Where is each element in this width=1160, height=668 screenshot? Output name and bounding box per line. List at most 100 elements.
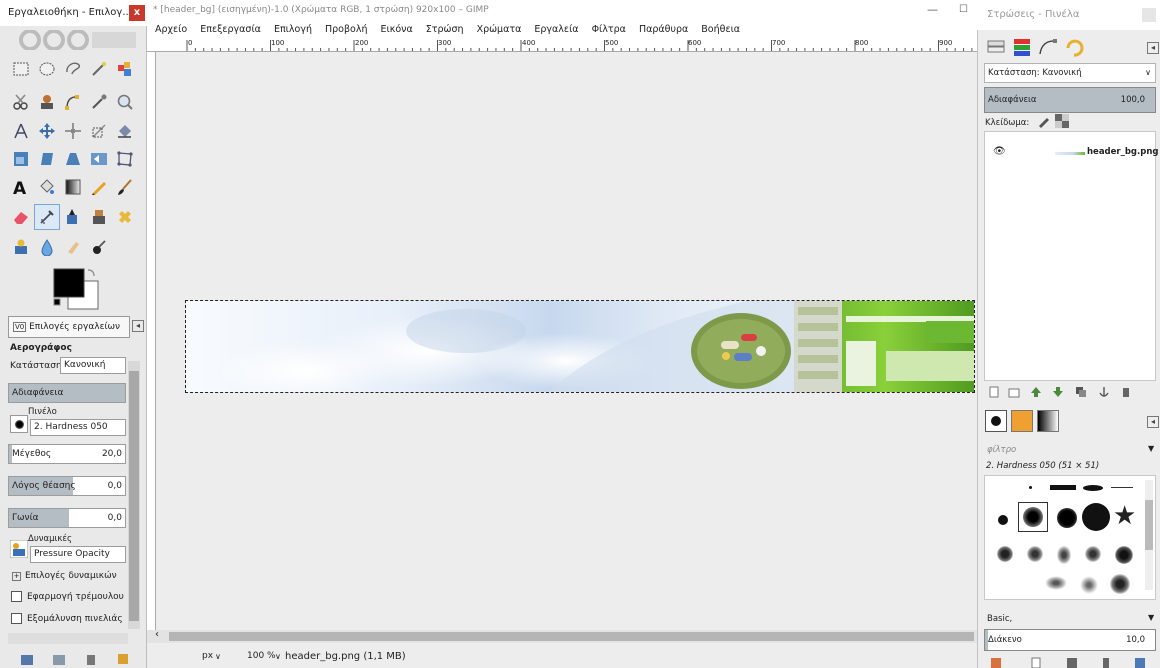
new-brush-icon[interactable] [1030, 657, 1042, 668]
scissors-icon[interactable] [12, 93, 30, 111]
align-icon[interactable] [64, 122, 82, 140]
brush-item[interactable] [1082, 503, 1110, 531]
measure-icon[interactable] [12, 122, 30, 140]
edit-brush-icon[interactable] [990, 657, 1002, 668]
brush-item[interactable] [997, 546, 1013, 562]
size-slider[interactable]: Μέγεθος 20,0 [8, 444, 126, 464]
dodge-burn-icon[interactable] [90, 238, 108, 256]
layer-name[interactable]: header_bg.png [1087, 147, 1158, 157]
brush-item[interactable] [1027, 546, 1043, 562]
dock-close-icon[interactable] [1142, 8, 1156, 22]
fuzzy-select-icon[interactable] [90, 60, 108, 78]
new-layer-icon[interactable] [988, 386, 1000, 398]
zoom-icon[interactable] [116, 93, 134, 111]
unit-dropdown-icon[interactable]: ∨ [215, 645, 221, 668]
delete-layer-icon[interactable] [1120, 386, 1132, 398]
rect-select-icon[interactable] [12, 60, 30, 78]
layer-mode-select[interactable]: Κατάσταση: Κανονική ∨ [984, 63, 1156, 83]
menu-select[interactable]: Επιλογή [274, 24, 312, 35]
brush-filter-input[interactable]: φίλτρο [987, 445, 1016, 455]
zoom-select[interactable]: 100 % [247, 645, 276, 668]
brush-grid-scrollbar[interactable] [1145, 480, 1153, 590]
paintbrush-icon[interactable] [116, 178, 134, 196]
unit-select[interactable]: px [202, 645, 213, 668]
refresh-brushes-icon[interactable] [1134, 657, 1146, 668]
lock-alpha-icon[interactable] [1055, 114, 1069, 128]
dynamics-icon[interactable] [10, 540, 28, 558]
ink-icon[interactable] [64, 208, 82, 226]
blend-icon[interactable] [64, 178, 82, 196]
paths-icon[interactable] [64, 93, 82, 111]
text-icon[interactable]: A [12, 178, 30, 196]
menu-colors[interactable]: Χρώματα [477, 24, 522, 35]
brush-item[interactable] [1050, 485, 1076, 490]
menu-help[interactable]: Βοήθεια [701, 24, 740, 35]
eraser-icon[interactable] [12, 208, 30, 226]
restore-options-icon[interactable] [52, 652, 66, 666]
scroll-left-icon[interactable]: ‹ [155, 629, 159, 640]
bucket-fill-icon[interactable] [38, 178, 56, 196]
zoom-dropdown-icon[interactable]: ∨ [275, 645, 281, 668]
select-by-color-icon[interactable] [116, 60, 134, 78]
airbrush-tool-active[interactable] [34, 204, 60, 230]
shear-icon[interactable] [38, 150, 56, 168]
opacity-slider[interactable]: Αδιαφάνεια [8, 383, 126, 403]
delete-options-icon[interactable] [84, 652, 98, 666]
brush-field[interactable]: 2. Hardness 050 [30, 419, 126, 436]
vertical-ruler[interactable] [147, 52, 156, 630]
canvas-horizontal-scrollbar[interactable]: ‹ [147, 629, 977, 643]
brush-grid[interactable]: ★ [984, 475, 1156, 600]
lower-layer-icon[interactable] [1052, 386, 1064, 398]
heal-icon[interactable] [116, 208, 134, 226]
brushes-tab-menu-icon[interactable]: ◂ [1147, 416, 1159, 428]
foreground-select-icon[interactable] [38, 93, 56, 111]
menu-filters[interactable]: Φίλτρα [592, 24, 626, 35]
tool-options-hscrollbar[interactable] [8, 633, 128, 644]
delete-brush-icon[interactable] [1100, 657, 1112, 668]
tab-patterns-icon[interactable] [1011, 410, 1033, 432]
brush-item[interactable] [1110, 574, 1130, 594]
dock-tab-menu-icon[interactable]: ◂ [1147, 42, 1159, 54]
brush-spacing-slider[interactable]: Διάκενο 10,0 [984, 629, 1156, 651]
brush-preview-button[interactable] [10, 415, 28, 433]
mode-select[interactable]: Κανονική [60, 357, 126, 374]
brush-item[interactable] [1029, 486, 1032, 489]
brush-item-selected[interactable] [1018, 502, 1048, 532]
raise-layer-icon[interactable] [1030, 386, 1042, 398]
layers-list[interactable]: 👁 header_bg.png [984, 131, 1158, 381]
ellipse-select-icon[interactable] [38, 60, 56, 78]
fg-bg-color-swatch[interactable] [52, 267, 100, 311]
duplicate-layer-icon[interactable] [1075, 386, 1087, 398]
save-options-icon[interactable] [20, 652, 34, 666]
menu-image[interactable]: Εικόνα [381, 24, 413, 35]
eye-visibility-icon[interactable]: 👁 [993, 146, 1006, 157]
tool-options-scrollbar[interactable] [128, 361, 140, 629]
filter-dropdown-icon[interactable]: ▼ [1148, 444, 1154, 453]
cage-transform-icon[interactable] [116, 150, 134, 168]
menu-edit[interactable]: Επεξεργασία [200, 24, 261, 35]
star-brush-icon[interactable]: ★ [1113, 503, 1136, 529]
horizontal-ruler[interactable]: 0 100 200 300 400 500 600 700 800 900 [147, 40, 977, 52]
tab-undo-history-icon[interactable] [1063, 36, 1085, 58]
brush-item[interactable] [1057, 546, 1071, 564]
angle-slider[interactable]: Γωνία 0,0 [8, 508, 126, 528]
anchor-layer-icon[interactable] [1098, 386, 1110, 398]
perspective-icon[interactable] [64, 150, 82, 168]
brush-preset-field[interactable]: Basic, [987, 614, 1012, 624]
brush-item[interactable] [1115, 546, 1133, 564]
smudge-icon[interactable] [64, 238, 82, 256]
reset-options-icon[interactable] [116, 652, 130, 666]
dynamics-field[interactable]: Pressure Opacity [30, 546, 126, 563]
perspective-clone-icon[interactable] [12, 238, 30, 256]
brush-item[interactable] [998, 515, 1008, 525]
menu-file[interactable]: Αρχείο [155, 24, 187, 35]
tab-gradients-icon[interactable] [1037, 410, 1059, 432]
image-layer-header-bg[interactable] [185, 300, 975, 393]
menu-layer[interactable]: Στρώση [426, 24, 464, 35]
layer-opacity-slider[interactable]: Αδιαφάνεια 100,0 [984, 87, 1156, 113]
tab-brushes-icon[interactable] [985, 410, 1007, 432]
duplicate-brush-icon[interactable] [1066, 657, 1078, 668]
menu-windows[interactable]: Παράθυρα [639, 24, 688, 35]
brush-item[interactable] [1045, 576, 1067, 590]
tab-tool-options[interactable]: V0 Επιλογές εργαλείων [8, 316, 130, 338]
